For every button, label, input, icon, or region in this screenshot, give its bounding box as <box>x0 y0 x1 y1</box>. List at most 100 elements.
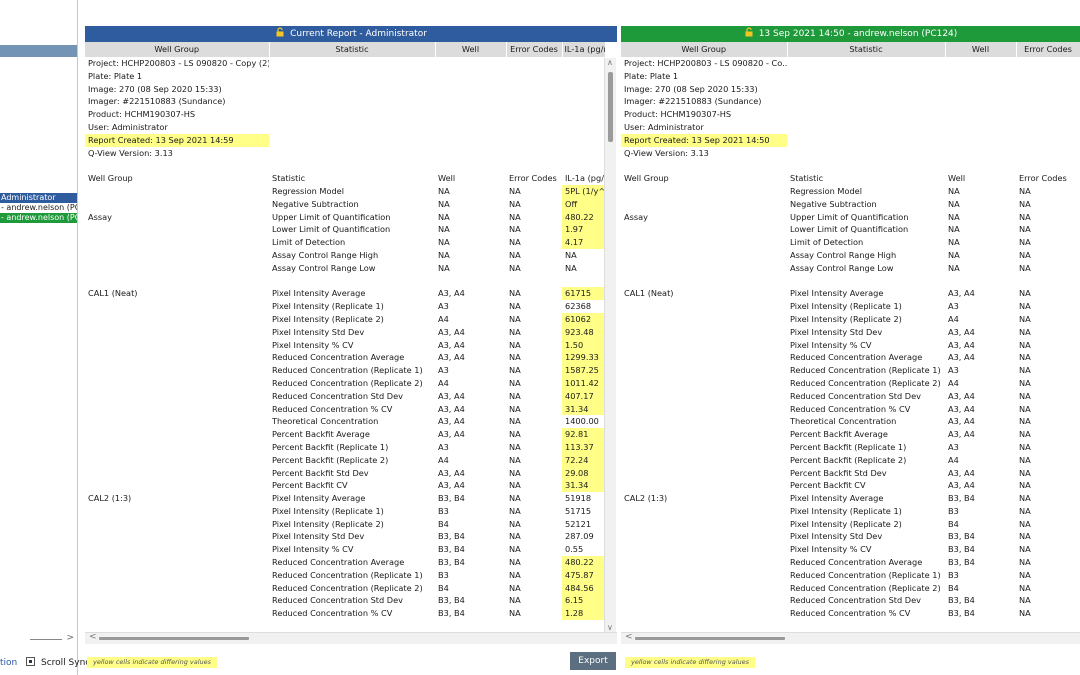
current-report-hscroll[interactable]: < <box>85 632 617 644</box>
table-row[interactable]: Pixel Intensity % CV A3, A4 NA <box>621 339 1080 352</box>
column-header[interactable]: Well Group <box>85 42 270 57</box>
table-row[interactable]: Reduced Concentration (Replicate 1) A3 NA 1… <box>85 364 605 377</box>
table-row[interactable]: Reduced Concentration % CV B3, B4 NA 1.28 <box>85 607 605 621</box>
current-report-table-wrap[interactable]: Well Group Statistic Well Error Codes IL-1a … <box>85 42 617 646</box>
export-button[interactable]: Export <box>570 652 616 670</box>
table-row[interactable]: Percent Backfit Std Dev A3, A4 NA 29.08 <box>85 466 605 480</box>
table-row[interactable]: Pixel Intensity (Replicate 1) A3 NA 62368 <box>85 300 605 313</box>
table-row[interactable]: Pixel Intensity (Replicate 1) B3 NA <box>621 505 1080 518</box>
column-header[interactable]: Error Codes <box>1016 42 1080 57</box>
scroll-sync-checkbox[interactable] <box>26 657 36 666</box>
table-row[interactable]: Pixel Intensity Std Dev B3, B4 NA 287.09 <box>85 530 605 543</box>
table-cell: Percent Backfit CV <box>790 480 866 491</box>
table-row[interactable]: Reduced Concentration (Replicate 1) B3 NA 4… <box>85 568 605 582</box>
current-report-vscroll-thumb[interactable] <box>608 72 613 142</box>
table-row[interactable]: Percent Backfit CV A3, A4 NA <box>621 479 1080 492</box>
table-row[interactable]: Assay Control Range Low NA NA <box>621 262 1080 275</box>
table-row[interactable]: Percent Backfit (Replicate 2) A4 NA <box>621 454 1080 467</box>
table-row[interactable]: Reduced Concentration (Replicate 2) B4 NA <box>621 582 1080 595</box>
option-link[interactable]: tion <box>0 658 17 668</box>
table-row[interactable]: Reduced Concentration Std Dev A3, A4 NA 407… <box>85 389 605 403</box>
table-row[interactable]: Reduced Concentration Std Dev B3, B4 NA <box>621 594 1080 607</box>
table-row[interactable]: Pixel Intensity Std Dev B3, B4 NA <box>621 530 1080 543</box>
table-row[interactable]: CAL1 (Neat) Pixel Intensity Average A3, A4… <box>85 287 605 301</box>
table-row[interactable]: Pixel Intensity (Replicate 2) B4 NA 52121 <box>85 518 605 531</box>
column-header[interactable]: Statistic <box>269 42 436 57</box>
table-row[interactable]: Reduced Concentration Average B3, B4 NA 480… <box>85 556 605 569</box>
table-row[interactable]: Assay Upper Limit of Quantification NA NA 48… <box>85 210 605 224</box>
table-row[interactable]: Lower Limit of Quantification NA NA <box>621 223 1080 236</box>
table-row[interactable]: Pixel Intensity Std Dev A3, A4 NA <box>621 326 1080 339</box>
table-row[interactable]: Percent Backfit Average A3, A4 NA 92.81 <box>85 428 605 441</box>
table-row[interactable]: Theoretical Concentration A3, A4 NA <box>621 415 1080 428</box>
table-row[interactable]: Reduced Concentration (Replicate 2) A4 NA 1… <box>85 376 605 390</box>
scroll-down-icon[interactable]: ∨ <box>607 623 613 632</box>
table-row[interactable]: Pixel Intensity % CV B3, B4 NA 0.55 <box>85 543 605 556</box>
column-header[interactable]: IL-1a (pg/mL) <box>562 42 606 57</box>
table-row[interactable]: Lower Limit of Quantification NA NA 1.97 <box>85 223 605 237</box>
column-header[interactable]: Well <box>435 42 507 57</box>
current-report-hscroll-thumb[interactable] <box>99 637 249 640</box>
table-row[interactable]: Reduced Concentration % CV A3, A4 NA <box>621 403 1080 416</box>
scroll-up-icon[interactable]: ∧ <box>607 58 613 67</box>
table-row[interactable]: CAL1 (Neat) Pixel Intensity Average A3, A4… <box>621 287 1080 300</box>
table-row[interactable]: Pixel Intensity Std Dev A3, A4 NA 923.48 <box>85 325 605 339</box>
sidebar-hscroll[interactable]: > <box>0 633 77 645</box>
table-cell: NA <box>509 544 521 555</box>
table-row[interactable]: Assay Control Range High NA NA NA <box>85 249 605 262</box>
scroll-left-icon[interactable]: < <box>89 632 97 642</box>
column-header[interactable]: Well <box>945 42 1017 57</box>
table-row[interactable]: Reduced Concentration % CV A3, A4 NA 31.34 <box>85 402 605 416</box>
table-row[interactable]: Reduced Concentration % CV B3, B4 NA <box>621 607 1080 620</box>
table-row[interactable]: Assay Upper Limit of Quantification NA NA <box>621 211 1080 224</box>
table-row[interactable]: Percent Backfit CV A3, A4 NA 31.34 <box>85 479 605 493</box>
table-row[interactable]: Regression Model NA NA <box>621 185 1080 198</box>
table-row[interactable]: Negative Subtraction NA NA <box>621 198 1080 211</box>
table-row[interactable]: Reduced Concentration Std Dev A3, A4 NA <box>621 390 1080 403</box>
column-header[interactable]: Error Codes <box>506 42 563 57</box>
table-row[interactable]: Reduced Concentration (Replicate 2) A4 NA <box>621 377 1080 390</box>
previous-report-table-wrap[interactable]: Well Group Statistic Well Error Codes Proje… <box>621 42 1080 646</box>
table-row[interactable]: Reduced Concentration Average A3, A4 NA <box>621 351 1080 364</box>
table-row[interactable]: Regression Model NA NA 5PL (1/y^2) <box>85 184 605 198</box>
column-header[interactable]: Well Group <box>621 42 788 57</box>
table-row[interactable]: Pixel Intensity (Replicate 2) B4 NA <box>621 518 1080 531</box>
report-list-item[interactable]: - andrew.nelson (PC124) <box>0 203 77 213</box>
table-row[interactable]: Percent Backfit Average A3, A4 NA <box>621 428 1080 441</box>
table-row[interactable]: Reduced Concentration (Replicate 1) A3 NA <box>621 364 1080 377</box>
table-row[interactable]: Percent Backfit (Replicate 1) A3 NA <box>621 441 1080 454</box>
previous-report-hscroll[interactable]: < <box>621 632 1080 644</box>
table-row[interactable]: Assay Control Range High NA NA <box>621 249 1080 262</box>
table-row[interactable]: Percent Backfit (Replicate 2) A4 NA 72.24 <box>85 453 605 467</box>
scroll-left-icon[interactable]: < <box>625 632 633 642</box>
scroll-right-icon[interactable]: > <box>66 633 74 643</box>
table-row[interactable]: Pixel Intensity (Replicate 1) A3 NA <box>621 300 1080 313</box>
table-row[interactable]: CAL2 (1:3) Pixel Intensity Average B3, B4 N… <box>85 492 605 505</box>
table-row[interactable]: Limit of Detection NA NA 4.17 <box>85 236 605 249</box>
table-row[interactable]: Pixel Intensity % CV A3, A4 NA 1.50 <box>85 338 605 352</box>
table-row[interactable]: Pixel Intensity (Replicate 2) A4 NA 61062 <box>85 312 605 326</box>
table-row[interactable]: Percent Backfit Std Dev A3, A4 NA <box>621 467 1080 480</box>
table-row[interactable]: Theoretical Concentration A3, A4 NA 1400.00 <box>85 415 605 428</box>
table-row[interactable]: Pixel Intensity (Replicate 2) A4 NA <box>621 313 1080 326</box>
current-report-vscroll[interactable]: ∧ ∨ <box>604 58 616 632</box>
table-row[interactable]: Reduced Concentration (Replicate 2) B4 NA 4… <box>85 581 605 595</box>
table-row[interactable]: Pixel Intensity (Replicate 1) B3 NA 51715 <box>85 505 605 518</box>
table-row[interactable]: Percent Backfit (Replicate 1) A3 NA 113.37 <box>85 440 605 454</box>
table-row[interactable]: Assay Control Range Low NA NA NA <box>85 262 605 275</box>
report-list-item[interactable]: - andrew.nelson (PC124) <box>0 213 77 223</box>
column-header[interactable]: Statistic <box>787 42 946 57</box>
table-row[interactable]: Reduced Concentration Average B3, B4 NA <box>621 556 1080 569</box>
table-row[interactable] <box>621 275 1080 288</box>
previous-report-hscroll-thumb[interactable] <box>635 637 785 640</box>
sidebar-scroll-track[interactable] <box>30 639 62 640</box>
table-row[interactable]: CAL2 (1:3) Pixel Intensity Average B3, B4 N… <box>621 492 1080 505</box>
table-row[interactable]: Pixel Intensity % CV B3, B4 NA <box>621 543 1080 556</box>
table-row[interactable]: Reduced Concentration Std Dev B3, B4 NA 6.1… <box>85 594 605 608</box>
table-row[interactable] <box>85 275 605 288</box>
table-row[interactable]: Limit of Detection NA NA <box>621 236 1080 249</box>
table-row[interactable]: Reduced Concentration (Replicate 1) B3 NA <box>621 569 1080 582</box>
table-row[interactable]: Reduced Concentration Average A3, A4 NA 129… <box>85 351 605 365</box>
report-list-item[interactable]: Administrator <box>0 193 77 203</box>
table-row[interactable]: Negative Subtraction NA NA Off <box>85 197 605 211</box>
